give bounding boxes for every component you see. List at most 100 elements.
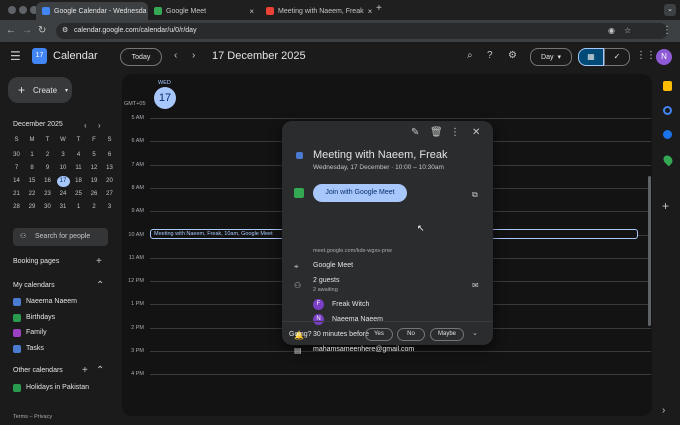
rsvp-no-button[interactable]: No: [397, 328, 425, 341]
edit-pencil-icon[interactable]: ✎: [411, 127, 419, 139]
today-button[interactable]: Today: [120, 48, 162, 66]
address-bar[interactable]: ⚙ calendar.google.com/calendar/u/0/r/day: [56, 23, 668, 39]
mini-next-chevron-icon[interactable]: ›: [98, 120, 101, 132]
contacts-icon[interactable]: [663, 130, 672, 139]
account-avatar[interactable]: N: [656, 49, 672, 65]
next-day-chevron-icon[interactable]: ›: [192, 50, 195, 62]
maps-pin-icon[interactable]: [661, 153, 675, 167]
mini-day[interactable]: 2: [88, 202, 101, 213]
close-icon[interactable]: ✕: [472, 127, 480, 139]
mini-day[interactable]: 24: [57, 189, 70, 200]
mini-day[interactable]: 20: [103, 176, 116, 187]
mini-day[interactable]: 5: [88, 150, 101, 161]
mini-day[interactable]: 31: [57, 202, 70, 213]
mini-day[interactable]: 17: [56, 176, 70, 187]
mini-day[interactable]: 29: [26, 202, 39, 213]
terms-privacy-link[interactable]: Terms – Privacy: [13, 414, 52, 420]
view-select[interactable]: Day ▾: [530, 48, 572, 66]
mini-day[interactable]: 7: [10, 163, 23, 174]
forward-arrow-icon[interactable]: →: [22, 25, 32, 37]
mini-day[interactable]: 30: [41, 202, 54, 213]
tab-google-meet[interactable]: Google Meet ×: [148, 2, 260, 20]
search-icon[interactable]: ⌕: [467, 50, 473, 62]
mini-day[interactable]: 1: [26, 150, 39, 161]
calendar-checkbox[interactable]: [13, 313, 21, 322]
window-minimize-dot[interactable]: [19, 6, 27, 14]
grid-scrollbar[interactable]: [648, 176, 651, 326]
mini-day[interactable]: 3: [103, 202, 116, 213]
tab-close-icon[interactable]: ×: [364, 7, 372, 16]
mini-day[interactable]: 11: [72, 163, 85, 174]
calendar-checkbox[interactable]: [13, 384, 21, 392]
eye-icon[interactable]: ◉: [608, 25, 615, 37]
add-booking-plus-icon[interactable]: +: [96, 256, 102, 268]
main-menu-icon[interactable]: ☰: [10, 50, 21, 62]
delete-trash-icon[interactable]: 🗑: [430, 127, 443, 139]
back-arrow-icon[interactable]: ←: [6, 25, 16, 37]
mini-day[interactable]: 2: [41, 150, 54, 161]
more-options-icon[interactable]: ⋮: [450, 127, 460, 139]
mini-day[interactable]: 12: [88, 163, 101, 174]
tab-google-calendar[interactable]: Google Calendar - Wednesda ×: [36, 2, 148, 20]
mini-day[interactable]: 28: [10, 202, 23, 213]
reload-icon[interactable]: ↻: [38, 25, 46, 37]
mini-day[interactable]: 22: [26, 189, 39, 200]
browser-menu-icon[interactable]: ⋮: [662, 25, 672, 37]
tab-gmail-meeting[interactable]: Meeting with Naeem, Freak ×: [260, 2, 372, 20]
mini-day[interactable]: 9: [41, 163, 54, 174]
day-date-circle[interactable]: 17: [154, 87, 176, 109]
mini-day[interactable]: 13: [103, 163, 116, 174]
mini-day[interactable]: 25: [72, 189, 85, 200]
calendar-view-toggle-icon[interactable]: ▦: [578, 48, 604, 66]
mini-day[interactable]: 19: [88, 176, 101, 187]
tab-search-chevron-icon[interactable]: ⌄: [664, 4, 676, 16]
collapse-chevron-icon[interactable]: ⌃: [96, 280, 104, 292]
mini-prev-chevron-icon[interactable]: ‹: [84, 120, 87, 132]
site-info-icon[interactable]: ⚙: [62, 23, 68, 39]
mini-day[interactable]: 15: [26, 176, 39, 187]
rsvp-maybe-button[interactable]: Maybe: [430, 328, 464, 341]
rsvp-yes-button[interactable]: Yes: [365, 328, 393, 341]
join-meet-button[interactable]: Join with Google Meet: [313, 184, 407, 202]
collapse-chevron-icon[interactable]: ⌃: [96, 365, 104, 377]
apps-grid-icon[interactable]: ⋮⋮: [636, 50, 656, 62]
tasks-view-toggle-icon[interactable]: ✓: [604, 48, 630, 66]
new-tab-button[interactable]: +: [376, 3, 382, 14]
calendar-checkbox[interactable]: [13, 344, 21, 353]
tasks-icon[interactable]: [663, 106, 672, 115]
mini-day[interactable]: 30: [10, 150, 23, 161]
mini-day[interactable]: 14: [10, 176, 23, 187]
search-people-input[interactable]: ⚇ Search for people: [13, 228, 108, 246]
mini-day[interactable]: 18: [72, 176, 85, 187]
mini-day[interactable]: 1: [72, 202, 85, 213]
email-guests-icon[interactable]: ✉: [472, 280, 479, 292]
create-button[interactable]: + Create ▾: [8, 77, 72, 103]
meet-link[interactable]: meet.google.com/kde-wgxs-pnw: [313, 248, 392, 254]
my-calendars-label[interactable]: My calendars: [13, 282, 55, 289]
keep-icon[interactable]: [663, 81, 672, 91]
copy-link-icon[interactable]: ⧉: [472, 189, 478, 201]
side-panel-chevron-icon[interactable]: ›: [662, 405, 665, 417]
help-icon[interactable]: ?: [487, 50, 493, 62]
calendar-checkbox[interactable]: [13, 298, 21, 306]
rsvp-options-chevron-icon[interactable]: ⌄: [472, 328, 478, 340]
window-close-dot[interactable]: [8, 6, 16, 14]
mini-day[interactable]: 27: [103, 189, 116, 200]
other-calendars-label[interactable]: Other calendars: [13, 367, 63, 374]
mini-day[interactable]: 8: [26, 163, 39, 174]
mini-day[interactable]: 21: [10, 189, 23, 200]
prev-day-chevron-icon[interactable]: ‹: [174, 50, 177, 62]
mini-day[interactable]: 4: [72, 150, 85, 161]
mini-day[interactable]: 3: [57, 150, 70, 161]
settings-gear-icon[interactable]: ⚙: [508, 50, 517, 62]
mini-day[interactable]: 6: [103, 150, 116, 161]
add-other-calendar-plus-icon[interactable]: +: [82, 365, 88, 377]
mini-day[interactable]: 10: [57, 163, 70, 174]
calendar-checkbox[interactable]: [13, 329, 21, 337]
get-addons-plus-icon[interactable]: +: [662, 200, 669, 212]
mini-day[interactable]: 16: [41, 176, 54, 187]
mini-day[interactable]: 23: [41, 189, 54, 200]
bookmark-star-icon[interactable]: ☆: [624, 25, 631, 37]
tab-close-icon[interactable]: ×: [245, 7, 254, 16]
mini-day[interactable]: 26: [88, 189, 101, 200]
